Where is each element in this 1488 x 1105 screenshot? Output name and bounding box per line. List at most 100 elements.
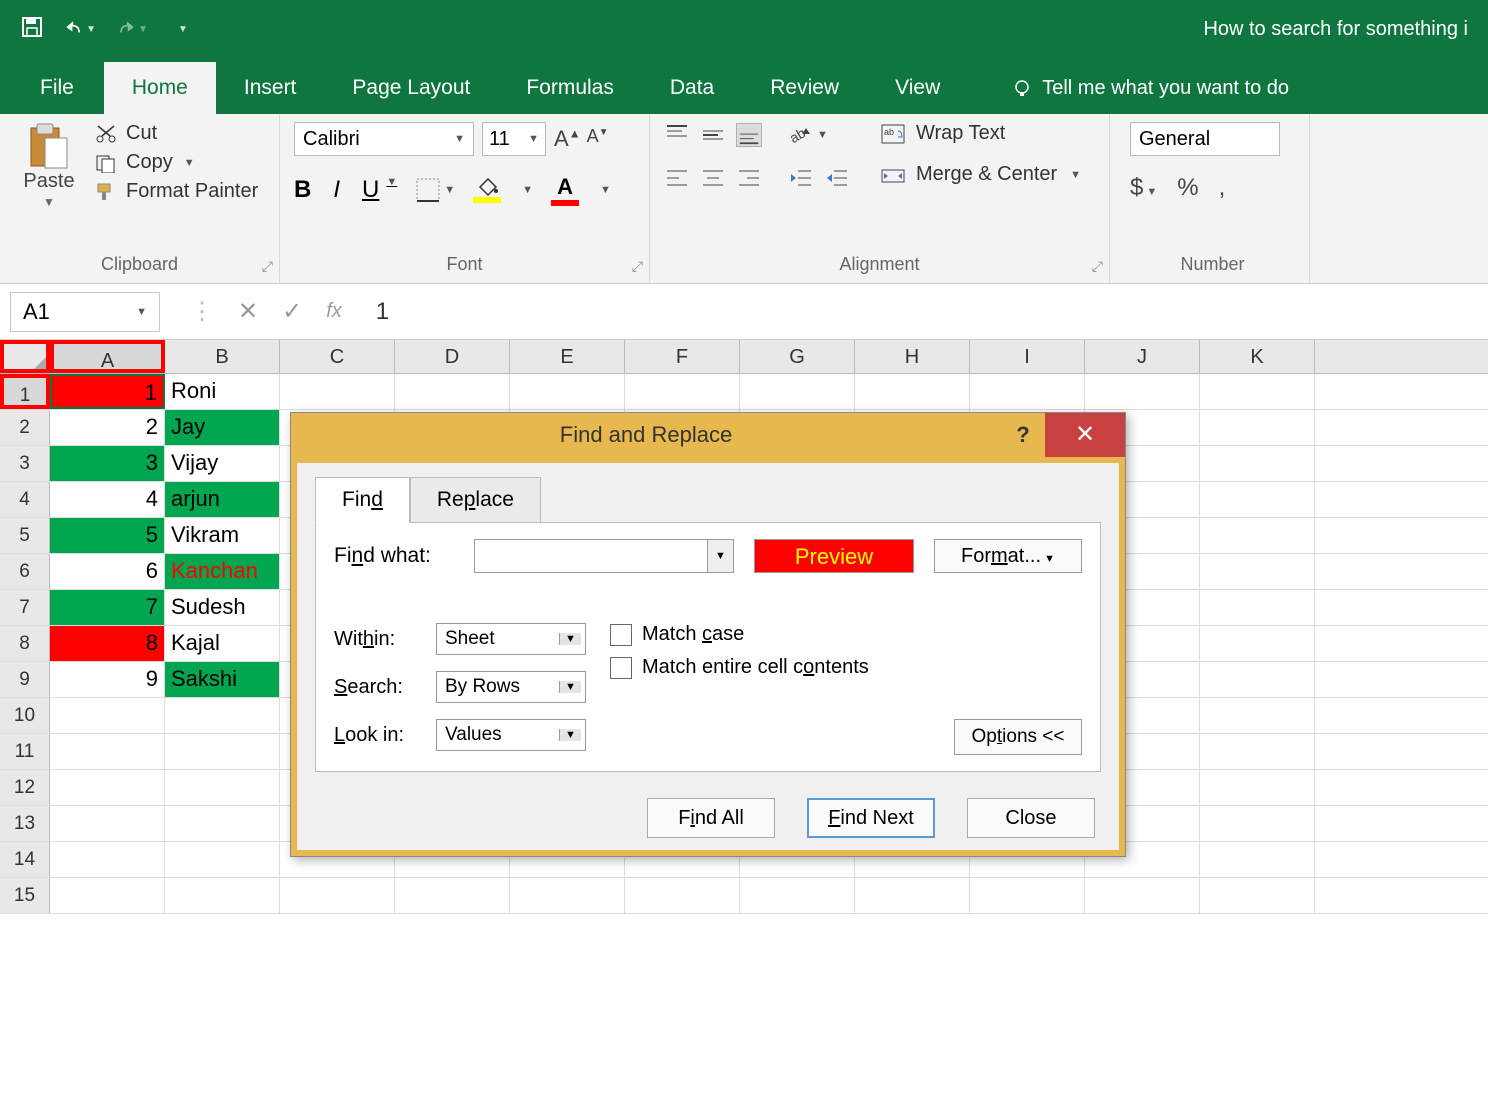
cell[interactable] (395, 374, 510, 409)
undo-icon[interactable]: ▼ (64, 17, 96, 41)
tab-view[interactable]: View (867, 62, 968, 114)
decrease-indent-icon[interactable] (788, 166, 814, 190)
save-icon[interactable] (20, 15, 44, 44)
options-button[interactable]: Options << (954, 719, 1082, 755)
cancel-formula-icon[interactable]: ✕ (238, 297, 258, 326)
align-right-icon[interactable] (736, 166, 762, 190)
cell[interactable] (50, 698, 165, 733)
row-header[interactable]: 9 (0, 662, 50, 697)
cell[interactable] (165, 842, 280, 877)
cell[interactable] (165, 806, 280, 841)
shrink-font-icon[interactable]: A▼ (587, 126, 609, 152)
redo-icon[interactable]: ▼ (116, 17, 148, 41)
cell[interactable] (1200, 482, 1315, 517)
merge-center-button[interactable]: Merge & Center▼ (880, 163, 1081, 186)
tab-insert[interactable]: Insert (216, 62, 325, 114)
align-center-icon[interactable] (700, 166, 726, 190)
row-header[interactable]: 10 (0, 698, 50, 733)
cell[interactable]: Sudesh (165, 590, 280, 625)
row-header[interactable]: 6 (0, 554, 50, 589)
tab-replace[interactable]: Replace (410, 477, 541, 523)
cell[interactable] (165, 698, 280, 733)
cell[interactable] (165, 770, 280, 805)
comma-button[interactable]: , (1219, 174, 1226, 202)
close-button[interactable]: Close (967, 798, 1095, 838)
tell-me-box[interactable]: Tell me what you want to do (988, 63, 1313, 114)
orientation-button[interactable]: ab▼ (788, 122, 828, 148)
dialog-launcher-icon[interactable]: ⤢ (1092, 258, 1103, 275)
cell[interactable] (50, 734, 165, 769)
increase-indent-icon[interactable] (824, 166, 850, 190)
format-painter-button[interactable]: Format Painter (94, 180, 258, 203)
dialog-titlebar[interactable]: Find and Replace ? ✕ (291, 413, 1125, 457)
cell[interactable] (970, 878, 1085, 913)
bold-button[interactable]: B (294, 176, 311, 204)
help-icon[interactable]: ? (1001, 413, 1045, 457)
cell[interactable] (50, 806, 165, 841)
tab-home[interactable]: Home (104, 62, 216, 114)
column-header[interactable]: I (970, 340, 1085, 373)
lookin-combo[interactable]: Values▼ (436, 719, 586, 751)
cell[interactable] (165, 734, 280, 769)
row-header[interactable]: 5 (0, 518, 50, 553)
cell[interactable]: 4 (50, 482, 165, 517)
column-header[interactable]: H (855, 340, 970, 373)
cell[interactable] (625, 374, 740, 409)
cell[interactable]: Roni (165, 374, 280, 409)
paste-button[interactable]: Paste ▼ (14, 122, 84, 209)
column-header[interactable]: B (165, 340, 280, 373)
match-case-checkbox[interactable]: Match case (610, 623, 869, 646)
cell[interactable] (1200, 374, 1315, 409)
cell[interactable] (625, 878, 740, 913)
cell[interactable] (970, 374, 1085, 409)
column-header[interactable]: A (50, 340, 165, 373)
cell[interactable] (1200, 734, 1315, 769)
cell[interactable]: 6 (50, 554, 165, 589)
tab-find[interactable]: Find (315, 477, 410, 523)
qat-customize-icon[interactable]: ▼ (178, 24, 188, 35)
percent-button[interactable]: % (1177, 174, 1198, 202)
font-name-combo[interactable]: Calibri▼ (294, 122, 474, 156)
cell[interactable]: Jay (165, 410, 280, 445)
row-header[interactable]: 2 (0, 410, 50, 445)
cell[interactable] (510, 878, 625, 913)
cell[interactable]: 7 (50, 590, 165, 625)
column-header[interactable]: K (1200, 340, 1315, 373)
cut-button[interactable]: Cut (94, 122, 258, 145)
find-next-button[interactable]: Find Next (807, 798, 935, 838)
cell[interactable]: 3 (50, 446, 165, 481)
tab-review[interactable]: Review (742, 62, 867, 114)
cell[interactable]: 9 (50, 662, 165, 697)
close-icon[interactable]: ✕ (1045, 413, 1125, 457)
cell[interactable] (280, 374, 395, 409)
column-header[interactable]: J (1085, 340, 1200, 373)
row-header[interactable]: 15 (0, 878, 50, 913)
grow-font-icon[interactable]: A▲ (554, 126, 581, 152)
match-entire-checkbox[interactable]: Match entire cell contents (610, 656, 869, 679)
cell[interactable]: Kajal (165, 626, 280, 661)
column-header[interactable]: F (625, 340, 740, 373)
within-combo[interactable]: Sheet▼ (436, 623, 586, 655)
copy-button[interactable]: Copy▼ (94, 151, 258, 174)
fill-color-button[interactable] (473, 177, 501, 203)
cell[interactable] (1200, 662, 1315, 697)
borders-button[interactable]: ▼ (415, 177, 455, 203)
column-header[interactable]: D (395, 340, 510, 373)
formula-input[interactable]: 1 (372, 294, 1488, 330)
cell[interactable] (1085, 878, 1200, 913)
find-what-input[interactable]: ▼ (474, 539, 734, 573)
cell[interactable]: Vijay (165, 446, 280, 481)
format-button[interactable]: Format... (934, 539, 1082, 573)
row-header[interactable]: 11 (0, 734, 50, 769)
cell[interactable] (1200, 698, 1315, 733)
tab-formulas[interactable]: Formulas (498, 62, 642, 114)
align-left-icon[interactable] (664, 166, 690, 190)
cell[interactable]: 1 (50, 374, 165, 409)
cell[interactable]: 2 (50, 410, 165, 445)
align-bottom-icon[interactable] (736, 123, 762, 147)
cell[interactable]: 5 (50, 518, 165, 553)
underline-button[interactable]: U▼ (362, 176, 397, 204)
row-header[interactable]: 8 (0, 626, 50, 661)
accept-formula-icon[interactable]: ✓ (282, 297, 302, 326)
cell[interactable] (1200, 626, 1315, 661)
